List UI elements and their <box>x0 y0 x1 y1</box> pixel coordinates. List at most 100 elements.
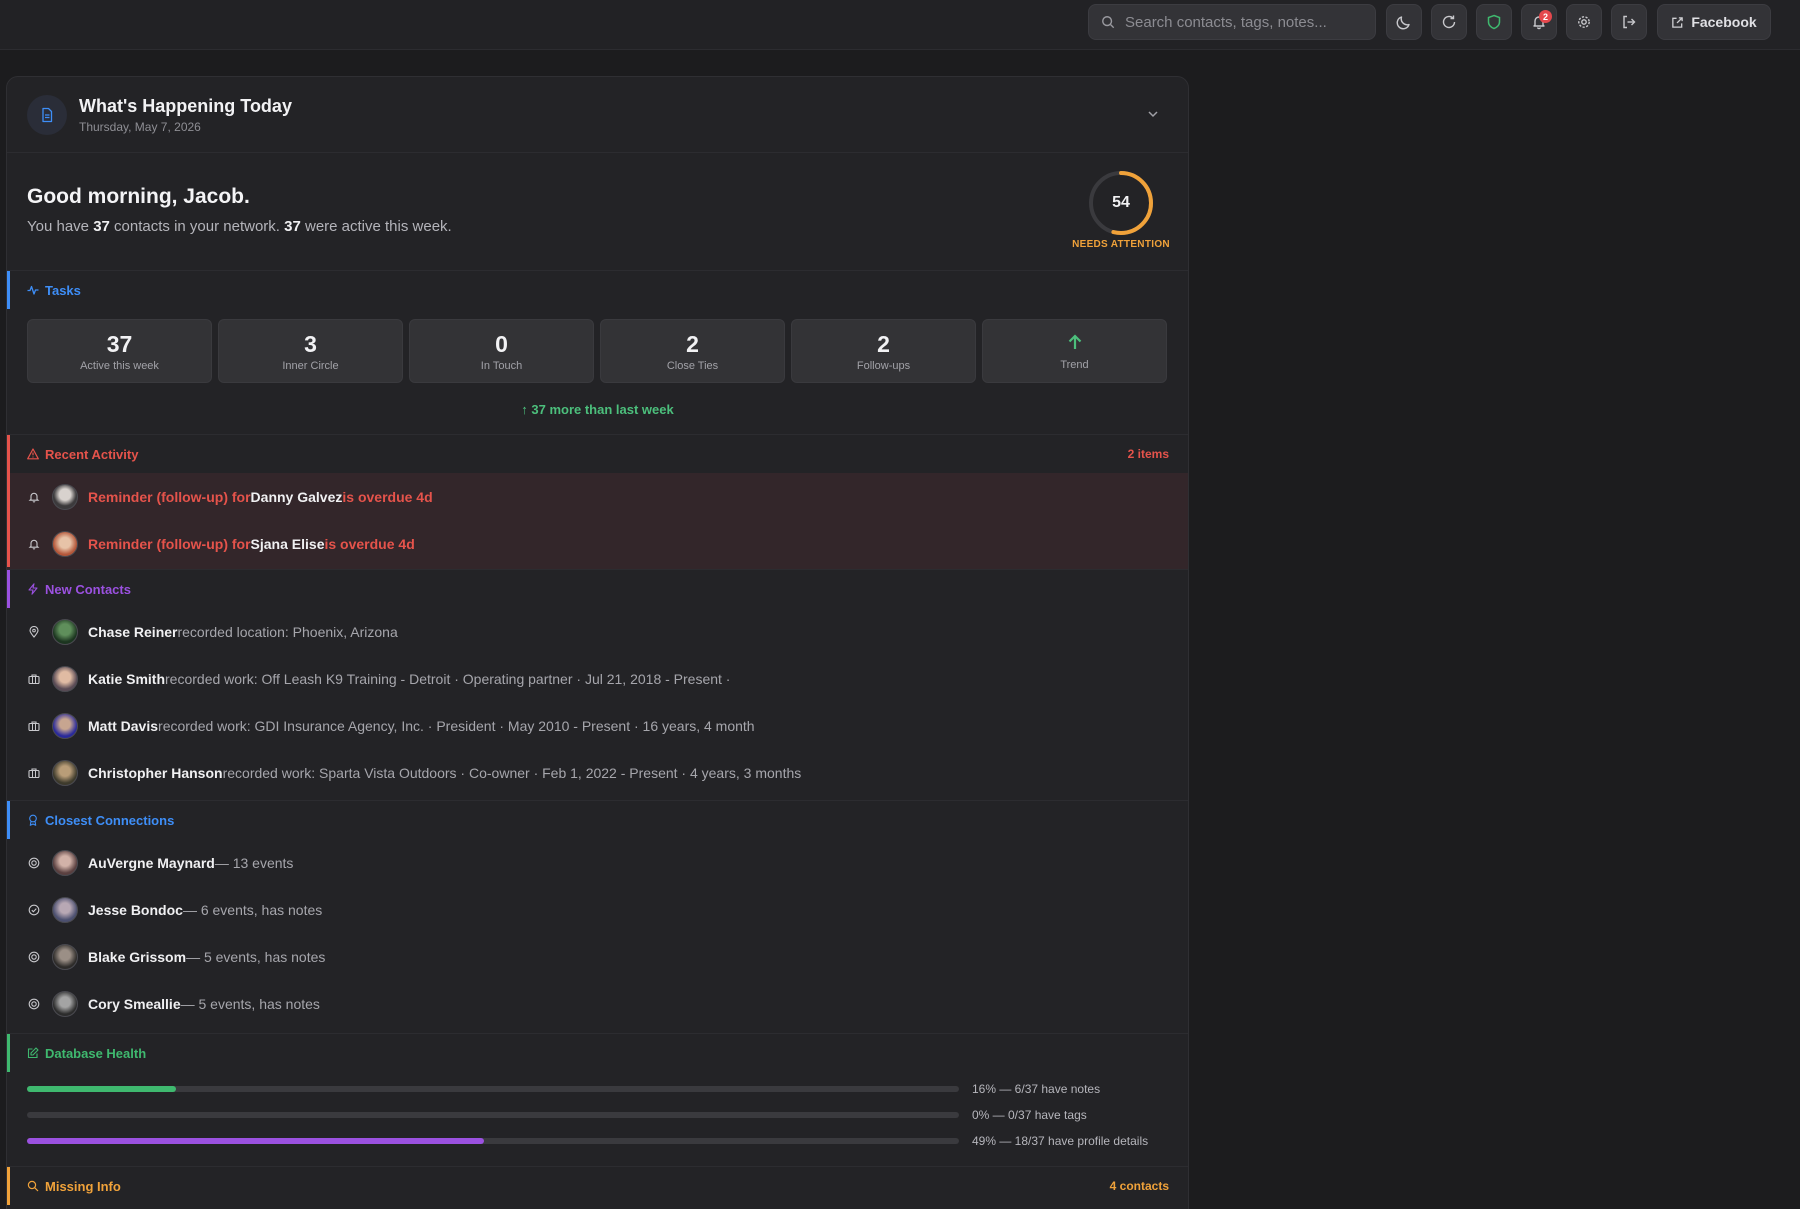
page-title: What's Happening Today <box>79 95 292 116</box>
recent-activity-section: Recent Activity 2 items Reminder (follow… <box>7 435 1188 570</box>
search-input[interactable] <box>1125 13 1355 31</box>
progress-track <box>27 1086 959 1092</box>
health-label: 49% — 18/37 have profile details <box>972 1134 1149 1148</box>
refresh-icon <box>1442 15 1456 29</box>
avatar <box>52 530 78 557</box>
tasks-section: Tasks 37 Active this week 3 Inner Circle 0… <box>7 271 1188 435</box>
page-date: Thursday, May 7, 2026 <box>79 119 201 134</box>
check-circle-icon <box>28 904 40 915</box>
notifications-button[interactable]: 2 <box>1521 4 1557 40</box>
health-row: 16% — 6/37 have notes <box>7 1076 1188 1102</box>
health-row: 0% — 0/37 have tags <box>7 1102 1188 1128</box>
target-icon <box>28 951 40 962</box>
list-item[interactable]: Reminder (follow-up) for Sjana Elise is … <box>7 520 1188 567</box>
database-health-title: Database Health <box>7 1034 1188 1072</box>
top-bar: 2 Facebook <box>0 0 1800 50</box>
greeting-summary: You have 37 contacts in your network. 37… <box>27 218 452 235</box>
list-item[interactable]: Blake Grissom — 5 events, has notes <box>7 933 1188 980</box>
avatar <box>52 483 78 510</box>
theme-toggle-button[interactable] <box>1386 4 1422 40</box>
missing-count: 4 contacts <box>1109 1179 1169 1193</box>
chevron-down-icon[interactable] <box>1146 107 1160 121</box>
avatar <box>52 943 78 970</box>
stats-row: 37 Active this week 3 Inner Circle 0 In Tou… <box>7 309 1188 383</box>
avatar <box>52 759 78 786</box>
list-item[interactable]: Reminder (follow-up) for Danny Galvez is… <box>7 473 1188 520</box>
stat-card[interactable]: 2 Follow-ups <box>791 319 976 383</box>
document-icon <box>27 94 67 135</box>
external-link-icon <box>1672 16 1684 28</box>
attention-score: 54 <box>1112 194 1130 211</box>
search-box[interactable] <box>1088 4 1376 40</box>
recent-activity-title: Recent Activity <box>7 435 1188 473</box>
progress-fill <box>27 1138 484 1144</box>
avatar <box>52 665 78 692</box>
zap-icon <box>28 583 38 595</box>
warning-icon <box>27 448 39 460</box>
database-health-section: Database Health 16% — 6/37 have notes 0%… <box>7 1034 1188 1167</box>
progress-fill <box>27 1086 177 1092</box>
facebook-label: Facebook <box>1691 14 1757 30</box>
avatar <box>52 896 78 923</box>
briefcase-icon <box>28 767 40 778</box>
card-header[interactable]: What's Happening Today Thursday, May 7, … <box>7 77 1188 153</box>
avatar <box>52 990 78 1017</box>
greeting-section: Good morning, Jacob. You have 37 contact… <box>7 153 1188 271</box>
list-item[interactable]: Katie Smith recorded work: Off Leash K9 … <box>7 655 1188 702</box>
target-icon <box>28 998 40 1009</box>
list-item[interactable]: Cory Smeallie — 5 events, has notes <box>7 980 1188 1027</box>
missing-info-section: Missing Info 4 contacts <box>7 1167 1188 1205</box>
list-item[interactable]: Chase Reiner recorded location: Phoenix,… <box>7 608 1188 655</box>
shield-icon <box>1487 14 1501 30</box>
avatar <box>52 712 78 739</box>
total-contacts: 37 <box>93 218 110 235</box>
list-item[interactable]: Christopher Hanson recorded work: Sparta… <box>7 749 1188 796</box>
list-item[interactable]: Matt Davis recorded work: GDI Insurance … <box>7 702 1188 749</box>
briefcase-icon <box>28 720 40 731</box>
settings-button[interactable] <box>1566 4 1602 40</box>
active-contacts: 37 <box>284 218 301 235</box>
facebook-button[interactable]: Facebook <box>1657 4 1771 40</box>
attention-label: NEEDS ATTENTION <box>1072 239 1170 250</box>
trend-note: ↑ 37 more than last week <box>521 402 674 417</box>
security-button[interactable] <box>1476 4 1512 40</box>
gear-icon <box>1578 16 1590 28</box>
new-contacts-title: New Contacts <box>7 570 1188 608</box>
stat-card[interactable]: 2 Close Ties <box>600 319 785 383</box>
list-item[interactable]: Jesse Bondoc — 6 events, has notes <box>7 886 1188 933</box>
greeting-title: Good morning, Jacob. <box>27 185 250 208</box>
stat-card[interactable]: 37 Active this week <box>27 319 212 383</box>
logout-button[interactable] <box>1611 4 1647 40</box>
refresh-button[interactable] <box>1431 4 1467 40</box>
notification-badge: 2 <box>1539 10 1552 23</box>
moon-icon <box>1396 16 1410 30</box>
search-icon <box>27 1180 39 1192</box>
target-icon <box>28 857 40 868</box>
tasks-title: Tasks <box>7 271 1188 309</box>
daily-summary-card: What's Happening Today Thursday, May 7, … <box>6 76 1189 1209</box>
bell-icon <box>28 492 40 502</box>
map-pin-icon <box>29 625 39 638</box>
health-label: 16% — 6/37 have notes <box>972 1082 1101 1096</box>
award-icon <box>29 814 37 826</box>
progress-track <box>27 1138 959 1144</box>
stat-card[interactable]: 3 Inner Circle <box>218 319 403 383</box>
new-contacts-section: New Contacts Chase Reiner recorded locat… <box>7 570 1188 801</box>
trend-card[interactable]: Trend <box>982 319 1167 383</box>
avatar <box>52 849 78 876</box>
closest-connections-title: Closest Connections <box>7 801 1188 839</box>
arrow-up-icon <box>1068 333 1081 349</box>
list-item[interactable]: AuVergne Maynard — 13 events <box>7 839 1188 886</box>
activity-list: Reminder (follow-up) for Danny Galvez is… <box>7 473 1188 569</box>
edit-icon <box>27 1047 39 1059</box>
briefcase-icon <box>28 673 40 684</box>
health-label: 0% — 0/37 have tags <box>972 1108 1087 1122</box>
activity-icon <box>27 285 39 295</box>
stat-card[interactable]: 0 In Touch <box>409 319 594 383</box>
search-icon <box>1102 16 1115 29</box>
missing-info-title: Missing Info <box>7 1167 1188 1205</box>
bell-icon <box>28 539 40 549</box>
activity-count: 2 items <box>1127 447 1169 461</box>
health-row: 49% — 18/37 have profile details <box>7 1128 1188 1154</box>
closest-connections-section: Closest Connections AuVergne Maynard — 1… <box>7 801 1188 1034</box>
